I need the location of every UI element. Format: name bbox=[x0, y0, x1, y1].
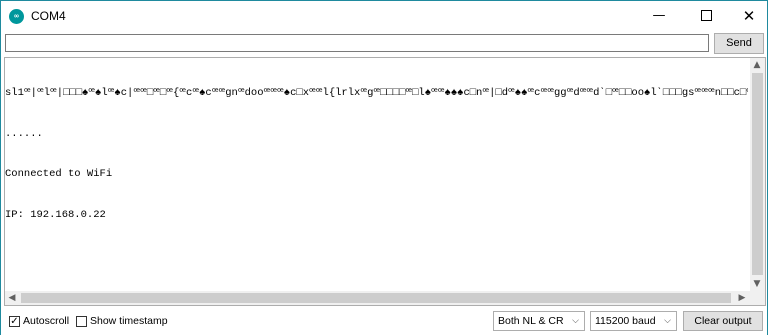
serial-output-panel[interactable]: sl1ꟹ|ꟹlꟹ|□□□♠ꟹ♠lꟹ♠c|ꟹꟹ□ꟹ□ꟹ{ꟹcꟹ♠cꟹꟹgnꟹdoo… bbox=[4, 57, 766, 306]
maximize-icon bbox=[700, 10, 712, 21]
serial-monitor-window: ∞ COM4 — ✕ Send sl1ꟹ|ꟹlꟹ|□□□♠ꟹ♠lꟹ♠c|ꟹꟹ□ꟹ… bbox=[0, 0, 768, 335]
clear-output-button[interactable]: Clear output bbox=[683, 311, 763, 331]
vertical-scrollbar[interactable]: ▲ ▼ bbox=[750, 58, 765, 291]
console-line: sl1ꟹ|ꟹlꟹ|□□□♠ꟹ♠lꟹ♠c|ꟹꟹ□ꟹ□ꟹ{ꟹcꟹ♠cꟹꟹgnꟹdoo… bbox=[5, 87, 748, 99]
arduino-app-icon: ∞ bbox=[9, 9, 24, 24]
autoscroll-label: Autoscroll bbox=[23, 315, 70, 327]
timestamp-checkbox[interactable] bbox=[76, 315, 87, 327]
scroll-left-icon[interactable]: ◀ bbox=[5, 291, 19, 305]
horizontal-scroll-thumb[interactable] bbox=[21, 293, 731, 303]
horizontal-scrollbar[interactable]: ◀ ▶ bbox=[5, 291, 750, 305]
title-bar: ∞ COM4 — ✕ bbox=[1, 1, 767, 31]
chevron-down-icon: ⌵ bbox=[572, 316, 579, 326]
autoscroll-toggle[interactable]: ✓ Autoscroll bbox=[9, 314, 69, 328]
line-ending-value: Both NL & CR bbox=[498, 315, 564, 327]
vertical-scroll-thumb[interactable] bbox=[752, 73, 763, 275]
close-button[interactable]: ✕ bbox=[728, 1, 768, 31]
console-line: Connected to WiFi bbox=[5, 168, 113, 180]
footer-bar: ✓ Autoscroll Show timestamp Both NL & CR… bbox=[1, 307, 767, 335]
scroll-up-icon[interactable]: ▲ bbox=[750, 58, 764, 72]
baud-rate-value: 115200 baud bbox=[595, 315, 656, 327]
scrollbar-corner bbox=[750, 291, 765, 305]
console-line: ...... bbox=[5, 127, 43, 140]
minimize-button[interactable]: — bbox=[638, 1, 680, 31]
maximize-button[interactable] bbox=[685, 1, 727, 31]
window-title: COM4 bbox=[31, 9, 66, 23]
scroll-right-icon[interactable]: ▶ bbox=[735, 291, 749, 305]
serial-console-text: sl1ꟹ|ꟹlꟹ|□□□♠ꟹ♠lꟹ♠c|ꟹꟹ□ꟹ□ꟹ{ꟹcꟹ♠cꟹꟹgnꟹdoo… bbox=[5, 60, 748, 290]
autoscroll-checkbox[interactable]: ✓ bbox=[9, 315, 20, 327]
serial-send-input[interactable] bbox=[5, 34, 709, 52]
timestamp-toggle[interactable]: Show timestamp bbox=[76, 314, 168, 328]
console-line: IP: 192.168.0.22 bbox=[5, 208, 106, 221]
line-ending-select[interactable]: Both NL & CR ⌵ bbox=[493, 311, 585, 331]
send-button[interactable]: Send bbox=[714, 33, 764, 54]
timestamp-label: Show timestamp bbox=[90, 315, 168, 327]
baud-rate-select[interactable]: 115200 baud ⌵ bbox=[590, 311, 677, 331]
scroll-down-icon[interactable]: ▼ bbox=[750, 277, 764, 291]
chevron-down-icon: ⌵ bbox=[664, 316, 671, 326]
